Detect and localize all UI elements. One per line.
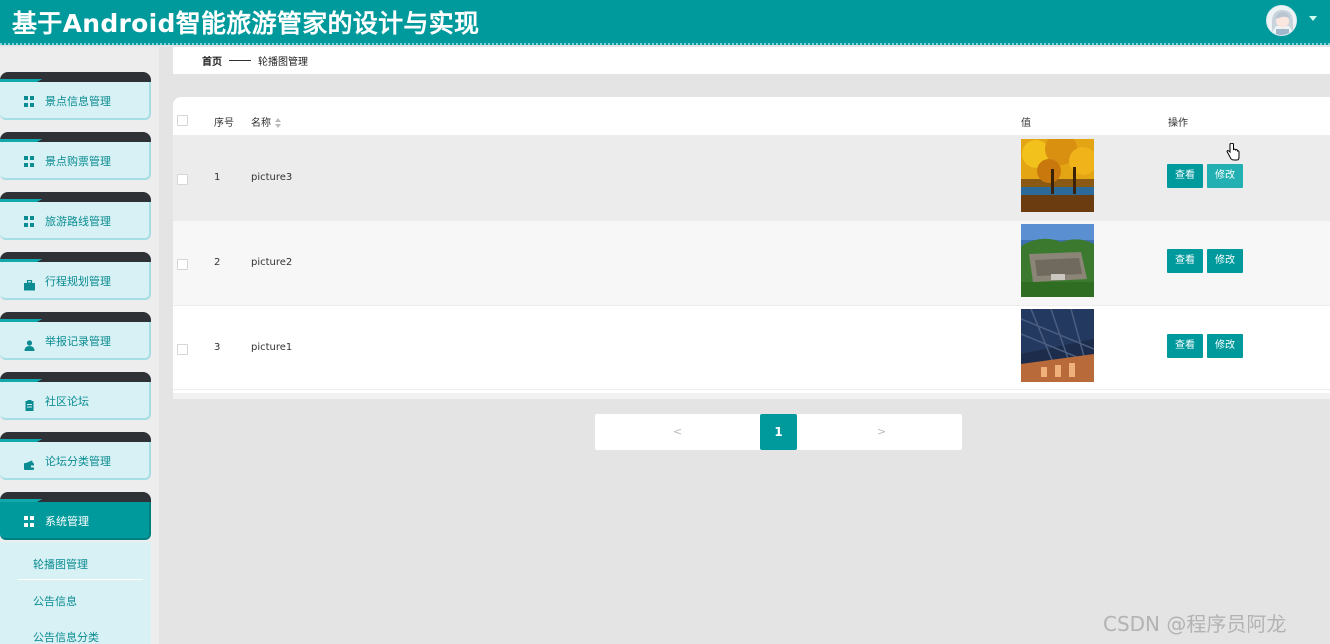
sidebar-item-scenic-info[interactable]: 景点信息管理 xyxy=(0,72,151,120)
breadcrumb-home[interactable]: 首页 xyxy=(202,53,222,68)
column-header-actions: 操作 xyxy=(1168,118,1188,129)
prev-page-button[interactable]: < xyxy=(673,425,682,438)
sidebar-item-label: 景点信息管理 xyxy=(45,95,111,108)
row-checkbox[interactable] xyxy=(177,259,188,270)
view-button[interactable]: 查看 xyxy=(1167,249,1203,273)
top-header: 基于Android智能旅游管家的设计与实现 xyxy=(0,0,1330,45)
breadcrumb-current: 轮播图管理 xyxy=(258,57,308,68)
sidebar-item-ticket[interactable]: 景点购票管理 xyxy=(0,132,151,180)
row-checkbox[interactable] xyxy=(177,344,188,355)
sidebar-item-routes[interactable]: 旅游路线管理 xyxy=(0,192,151,240)
column-header-index: 序号 xyxy=(214,118,234,129)
table-row: 1 picture3 查看 修改 xyxy=(173,135,1330,220)
autumn-trees-photo xyxy=(1021,139,1094,212)
sidebar: 景点信息管理 景点购票管理 旅游路线管理 行程规划管理 举报记录管理 社区论坛 xyxy=(0,47,159,644)
table-row: 3 picture1 查看 修改 xyxy=(173,305,1330,390)
hand-cursor-icon xyxy=(1226,142,1240,161)
column-header-value: 值 xyxy=(1021,118,1031,129)
breadcrumb-separator xyxy=(229,60,251,61)
sidebar-item-itinerary[interactable]: 行程规划管理 xyxy=(0,252,151,300)
view-button[interactable]: 查看 xyxy=(1167,164,1203,188)
row-index: 1 xyxy=(214,172,221,183)
next-page-button[interactable]: > xyxy=(877,425,886,438)
column-header-name[interactable]: 名称 xyxy=(251,114,282,129)
mountain-cliff-photo xyxy=(1021,224,1094,297)
sidebar-item-label: 举报记录管理 xyxy=(45,335,111,348)
submenu-item-notice-category[interactable]: 公告信息分类 xyxy=(33,629,99,644)
submenu-item-carousel[interactable]: 轮播图管理 xyxy=(33,556,88,572)
view-button[interactable]: 查看 xyxy=(1167,334,1203,358)
user-icon xyxy=(24,336,35,351)
wallet-icon xyxy=(24,456,35,470)
briefcase-icon xyxy=(24,276,35,291)
grid-icon xyxy=(24,216,35,227)
sidebar-item-forum-category[interactable]: 论坛分类管理 xyxy=(0,432,151,480)
row-name: picture2 xyxy=(251,257,293,268)
row-index: 2 xyxy=(214,257,221,268)
sidebar-item-reports[interactable]: 举报记录管理 xyxy=(0,312,151,360)
pagination: < 1 > xyxy=(595,414,962,450)
page-number-current[interactable]: 1 xyxy=(760,414,797,450)
submenu: 轮播图管理 公告信息 公告信息分类 xyxy=(0,542,151,644)
table-header: 序号 名称 值 操作 xyxy=(173,97,1330,135)
grid-icon xyxy=(24,96,35,107)
data-table: 序号 名称 值 操作 1 picture3 查看 修改 2 picture2 查… xyxy=(173,97,1330,399)
chevron-down-icon[interactable] xyxy=(1309,16,1317,21)
breadcrumb: 首页 轮播图管理 xyxy=(173,47,1330,74)
sidebar-item-system[interactable]: 系统管理 xyxy=(0,492,151,540)
edit-button[interactable]: 修改 xyxy=(1207,334,1243,358)
divider xyxy=(18,579,143,580)
edit-button[interactable]: 修改 xyxy=(1207,249,1243,273)
sidebar-item-label: 系统管理 xyxy=(45,515,89,528)
edit-button[interactable]: 修改 xyxy=(1207,164,1243,188)
sidebar-item-label: 论坛分类管理 xyxy=(45,455,111,468)
watermark: CSDN @程序员阿龙 xyxy=(1103,612,1287,636)
sidebar-item-label: 行程规划管理 xyxy=(45,275,111,288)
sidebar-item-forum[interactable]: 社区论坛 xyxy=(0,372,151,420)
table-row: 2 picture2 查看 修改 xyxy=(173,220,1330,305)
grid-icon xyxy=(24,516,35,527)
app-title: 基于Android智能旅游管家的设计与实现 xyxy=(12,9,480,38)
user-avatar[interactable] xyxy=(1266,5,1297,36)
submenu-item-notice[interactable]: 公告信息 xyxy=(33,593,77,609)
row-name: picture1 xyxy=(251,342,293,353)
row-name: picture3 xyxy=(251,172,293,183)
column-header-name-label: 名称 xyxy=(251,118,271,129)
sidebar-item-label: 社区论坛 xyxy=(45,395,89,408)
sidebar-item-label: 景点购票管理 xyxy=(45,155,111,168)
row-index: 3 xyxy=(214,342,221,353)
row-checkbox[interactable] xyxy=(177,174,188,185)
select-all-checkbox[interactable] xyxy=(177,115,188,126)
sidebar-item-label: 旅游路线管理 xyxy=(45,215,111,228)
sort-icon[interactable] xyxy=(275,118,282,128)
clipboard-icon xyxy=(24,396,35,411)
architecture-photo xyxy=(1021,309,1094,382)
grid-icon xyxy=(24,156,35,167)
